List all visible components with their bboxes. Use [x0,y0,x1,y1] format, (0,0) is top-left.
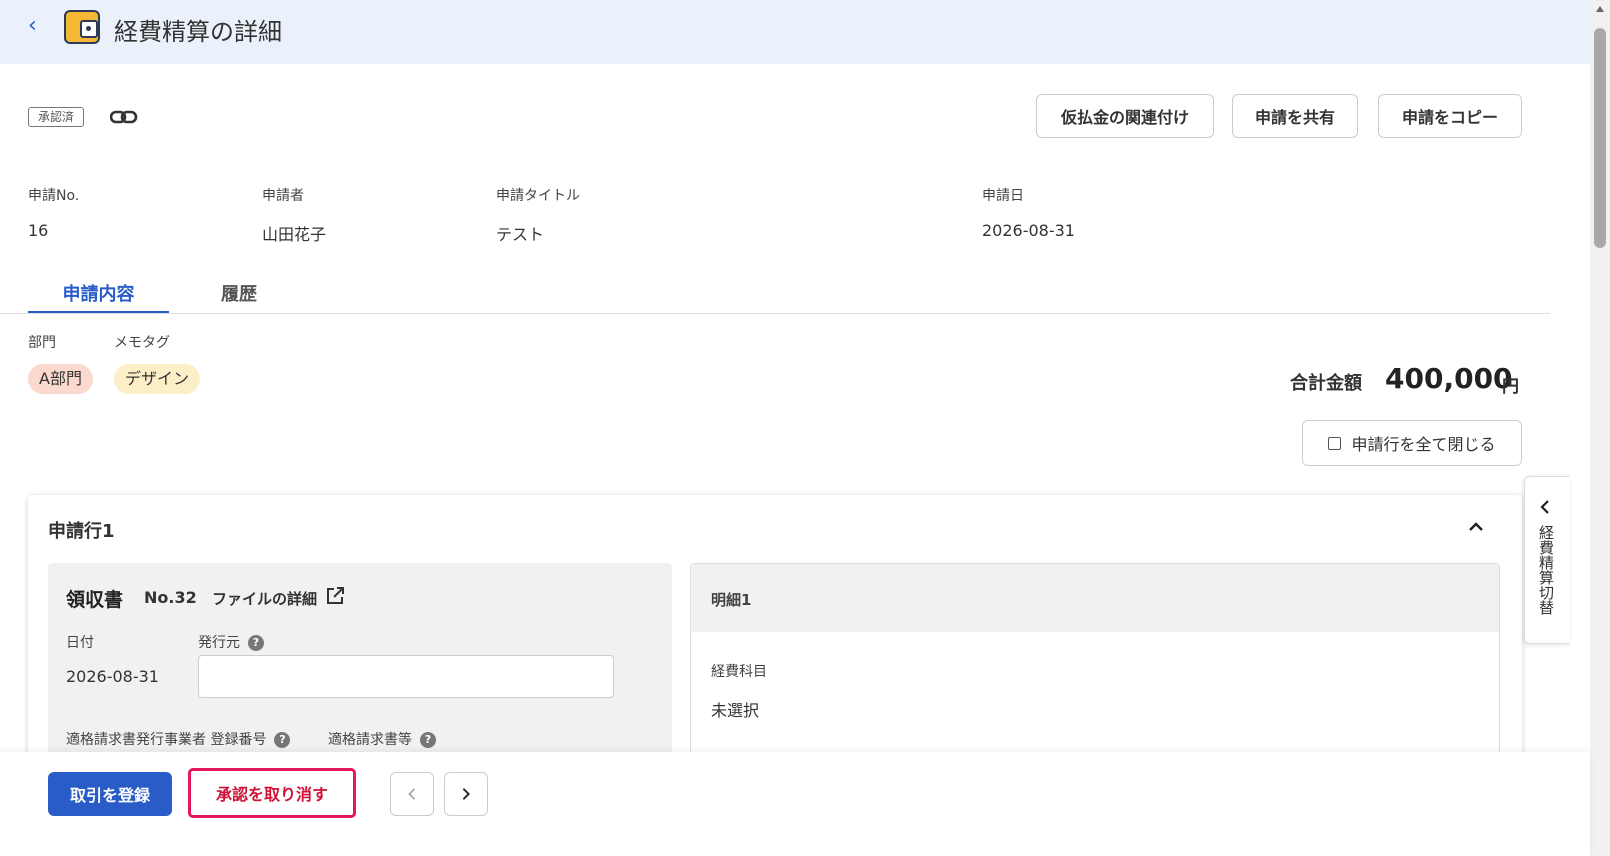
detail-header: 明細1 [691,564,1499,632]
registration-number-label: 適格請求書発行事業者 登録番号 [66,732,267,748]
external-link-icon[interactable] [326,587,344,605]
total-amount-label: 合計金額 [1290,373,1362,394]
footer-action-bar: 取引を登録 承認を取り消す [0,752,1590,856]
qualified-invoice-label: 適格請求書等 [328,732,412,748]
request-no-label: 申請No. [28,188,80,204]
page-title: 経費精算の詳細 [114,18,282,46]
request-title-value: テスト [496,225,545,244]
receipt-number: No.32 [144,588,197,607]
request-line-title: 申請行1 [48,521,115,542]
previous-button[interactable] [390,772,434,816]
applicant-label: 申請者 [262,188,304,204]
issuer-label-group: 発行元? [198,632,264,652]
share-request-button[interactable]: 申請を共有 [1232,94,1358,138]
expense-account-label: 経費科目 [711,664,767,680]
detail-title: 明細1 [711,591,752,609]
wallet-icon [64,10,100,44]
issuer-input[interactable] [198,655,614,698]
chevron-right-icon [462,788,470,800]
tab-divider [0,313,1550,314]
file-detail-link[interactable]: ファイルの詳細 [212,588,317,609]
request-date-label: 申請日 [982,188,1024,204]
help-icon[interactable]: ? [248,635,264,651]
applicant-value: 山田花子 [262,225,327,244]
collapse-all-lines-toggle[interactable]: 申請行を全て閉じる [1302,420,1522,466]
chevron-left-icon[interactable] [1537,499,1553,515]
collapse-all-label: 申請行を全て閉じる [1351,435,1496,454]
qualified-invoice-label-group: 適格請求書等? [328,729,436,749]
help-icon[interactable]: ? [420,732,436,748]
scroll-up-arrow-icon[interactable] [1596,6,1604,12]
copy-request-button[interactable]: 申請をコピー [1378,94,1522,138]
receipt-date-label: 日付 [66,635,94,651]
scrollbar[interactable] [1590,0,1610,856]
chevron-left-icon [408,788,416,800]
help-icon[interactable]: ? [274,732,291,748]
memo-tag-label: メモタグ [114,335,170,351]
page-header: ‹ 経費精算の詳細 [0,0,1590,64]
total-amount-unit: 円 [1502,377,1519,397]
scroll-thumb[interactable] [1594,28,1606,248]
checkbox-icon[interactable] [1328,436,1342,450]
receipt-date-value: 2026-08-31 [66,667,159,686]
receipt-title: 領収書 [66,589,124,611]
chevron-up-icon[interactable] [1466,517,1486,537]
memo-tag: デザイン [114,364,201,394]
tab-history[interactable]: 履歴 [186,280,292,314]
expense-account-value: 未選択 [711,701,760,720]
issuer-label: 発行元 [198,635,240,651]
registration-number-label-group: 適格請求書発行事業者 登録番号? [66,729,291,749]
link-icon[interactable] [110,106,138,128]
register-transaction-button[interactable]: 取引を登録 [48,772,172,816]
next-button[interactable] [444,772,488,816]
department-label: 部門 [28,335,56,351]
chevron-left-icon[interactable]: ‹ [28,14,48,38]
department-tag: A部門 [28,364,93,394]
cancel-approval-button[interactable]: 承認を取り消す [188,768,356,818]
total-amount-value: 400,000 [1385,362,1513,395]
request-title-label: 申請タイトル [496,188,580,204]
tab-request-content[interactable]: 申請内容 [28,280,169,314]
link-advance-button[interactable]: 仮払金の関連付け [1036,94,1214,138]
expense-switch-label: 経費精算切替 [1537,525,1555,615]
request-no-value: 16 [28,221,49,240]
expense-switch-side-tab[interactable]: 経費精算切替 [1524,476,1570,644]
request-date-value: 2026-08-31 [982,221,1075,240]
status-badge: 承認済 [28,107,85,127]
